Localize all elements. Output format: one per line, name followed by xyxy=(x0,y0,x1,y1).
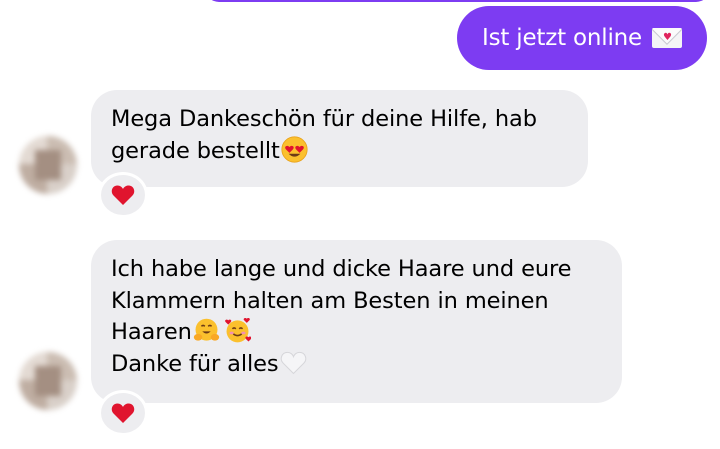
heart-eyes-emoji-icon xyxy=(281,135,308,163)
message-line: Haaren xyxy=(111,319,192,345)
red-heart-icon xyxy=(111,185,135,205)
message-line: Ich habe lange und dicke Haare und eure xyxy=(111,256,572,282)
outgoing-message-bubble[interactable]: Ist jetzt online ♥ xyxy=(457,6,707,70)
outgoing-message-text: Ist jetzt online xyxy=(481,25,642,51)
red-heart-icon xyxy=(111,403,135,423)
message-line: Klammern halten am Besten in meinen xyxy=(111,287,549,314)
hugging-face-emoji-icon xyxy=(193,318,219,341)
sender-avatar[interactable] xyxy=(19,136,77,194)
message-line: Mega Dankeschön für deine Hilfe, hab xyxy=(111,106,537,132)
previous-message-bubble[interactable] xyxy=(205,0,710,2)
message-line: Danke für alles xyxy=(111,350,279,377)
message-reaction[interactable] xyxy=(98,390,148,436)
incoming-message-bubble[interactable]: Mega Dankeschön für deine Hilfe, hab ger… xyxy=(91,90,588,187)
smiling-face-with-hearts-emoji-icon xyxy=(224,317,251,343)
love-letter-icon: ♥ xyxy=(652,28,682,48)
white-heart-emoji-icon xyxy=(280,351,306,374)
message-reaction[interactable] xyxy=(98,172,148,218)
sender-avatar[interactable] xyxy=(19,352,77,410)
message-line: gerade bestellt xyxy=(111,137,280,164)
incoming-message-bubble[interactable]: Ich habe lange und dicke Haare und eure … xyxy=(91,240,622,403)
